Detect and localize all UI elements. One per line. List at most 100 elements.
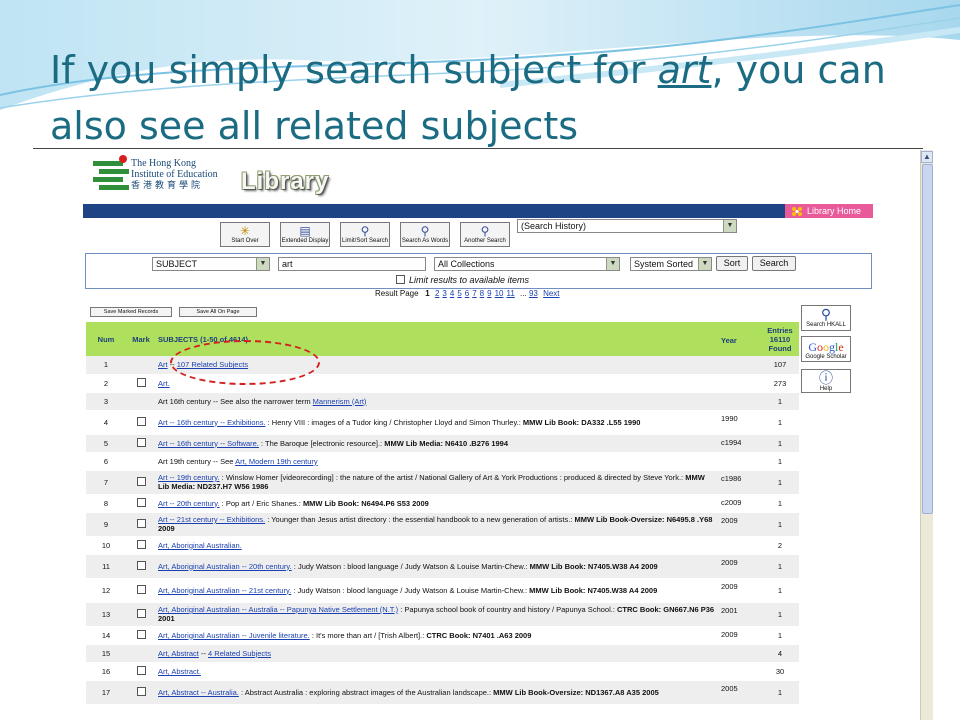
search-as-words-button[interactable]: ⚲ Search As Words [400,222,450,247]
call-number: MMW Lib Book: N6494.P6 S53 2009 [302,498,429,508]
row-subject: Art, Aboriginal Australian. [156,536,719,555]
search-button[interactable]: Search [752,256,796,271]
subject-link[interactable]: Art [158,360,168,369]
page-link[interactable]: 9 [487,289,491,298]
subject-link[interactable]: Art -- 21st century -- Exhibitions. [158,515,265,524]
search-field-select[interactable]: SUBJECT ▼ [152,257,270,271]
call-number: CTRC Book: N7401 .A63 2009 [426,630,532,640]
subject-link[interactable]: Art -- 19th century. [158,473,220,482]
mark-checkbox[interactable] [136,497,146,507]
title-text: : Henry VIII : images of a Tudor king / … [265,417,523,427]
row-num: 14 [86,626,126,645]
subject-link[interactable]: Art -- 20th century. [158,499,220,508]
annotation-oval [170,340,320,385]
row-entries: 1 [761,434,799,453]
page-link[interactable]: 3 [442,289,446,298]
chevron-down-icon: ▼ [256,258,269,270]
row-mark [126,452,156,471]
row-mark [126,626,156,645]
subject-link[interactable]: Art, Aboriginal Australian -- 21st centu… [158,586,291,595]
page-link[interactable]: 6 [465,289,469,298]
mark-checkbox[interactable] [136,629,146,639]
google-scholar-button[interactable]: Google Google Scholar [801,336,851,362]
start-over-button[interactable]: ✳ Start Over [220,222,270,247]
page-link[interactable]: 7 [472,289,476,298]
mark-checkbox[interactable] [136,476,146,486]
sort-select[interactable]: System Sorted ▼ [630,257,712,271]
row-subject: Art, Aboriginal Australian -- 20th centu… [156,554,719,579]
limit-label: Limit results to available items [409,275,530,285]
mark-checkbox[interactable] [136,518,146,528]
row-entries: 1 [761,554,799,579]
help-button[interactable]: ⓘ Help [801,369,851,393]
mark-checkbox[interactable] [136,377,146,387]
page-link[interactable]: 5 [457,289,461,298]
limit-checkbox[interactable] [396,275,405,284]
mark-checkbox[interactable] [136,608,146,618]
vertical-scrollbar[interactable]: ▲ [920,150,933,720]
limit-available-option[interactable]: Limit results to available items [396,274,529,286]
related-subject-link[interactable]: 4 Related Subjects [208,649,271,658]
search-hkall-button[interactable]: ⚲ Search HKALL [801,305,851,331]
mark-checkbox[interactable] [136,416,146,426]
table-row: 7 Art -- 19th century. : Winslow Homer [v… [86,470,799,495]
search-form: SUBJECT ▼ art All Collections ▼ System S… [85,253,872,289]
subject-link[interactable]: Art, Abstract -- Australia. [158,688,239,697]
row-num: 17 [86,680,126,705]
scroll-up-icon[interactable]: ▲ [921,151,933,163]
extended-display-button[interactable]: ▤ Extended Display [280,222,330,247]
title-text: : Younger than Jesus artist directory : … [265,515,575,524]
mark-checkbox[interactable] [136,560,146,570]
row-year [719,536,761,555]
mark-checkbox[interactable] [136,665,146,675]
mark-checkbox[interactable] [136,539,146,549]
row-num: 9 [86,512,126,537]
page-link[interactable]: 8 [480,289,484,298]
row-entries: 4 [761,644,799,663]
search-icon: ⚲ [480,224,490,238]
subject-link[interactable]: Art -- 16th century -- Software. [158,439,259,448]
sort-button[interactable]: Sort [716,256,748,271]
page-link[interactable]: 2 [435,289,439,298]
row-subject: Art -- 16th century -- Software. : The B… [156,434,719,453]
mark-checkbox[interactable] [136,584,146,594]
row-subject: Art, Aboriginal Australian -- Juvenile l… [156,626,719,645]
subject-link[interactable]: Art. [158,379,170,388]
table-row: 10 Art, Aboriginal Australian. 2 [86,536,799,555]
subject-link[interactable]: Art, Aboriginal Australian -- 20th centu… [158,562,292,571]
title-text: : Pop art / Eric Shanes.: [219,498,303,508]
subject-link[interactable]: Art, Aboriginal Australian -- Juvenile l… [158,631,310,640]
row-num: 13 [86,602,126,627]
page-link[interactable]: 4 [450,289,454,298]
library-home-link[interactable]: Library Home [785,204,873,218]
next-page-link[interactable]: Next [543,289,559,298]
save-marked-button[interactable]: Save Marked Records [90,307,172,317]
scroll-thumb[interactable] [922,164,933,514]
row-entries: 1 [761,578,799,603]
limit-sort-button[interactable]: ⚲ Limit/Sort Search [340,222,390,247]
row-entries: 1 [761,494,799,513]
row-mark [126,374,156,393]
subject-link[interactable]: Art -- 16th century -- Exhibitions. [158,418,266,427]
collection-select[interactable]: All Collections ▼ [434,257,620,271]
page-link[interactable]: 10 [495,289,504,298]
mark-checkbox[interactable] [136,437,146,447]
display-icon: ▤ [299,224,311,238]
title-text: : Abstract Australia : exploring abstrac… [238,687,494,697]
row-mark [126,494,156,513]
search-history-select[interactable]: (Search History) ▼ [517,219,737,233]
save-all-button[interactable]: Save All On Page [179,307,257,317]
row-mark [126,512,156,537]
subject-link[interactable]: Art, Aboriginal Australian. [158,541,242,550]
mark-checkbox[interactable] [136,686,146,696]
related-subject-link[interactable]: Mannerism (Art) [313,397,367,406]
row-mark [126,662,156,681]
another-search-button[interactable]: ⚲ Another Search [460,222,510,247]
subject-link[interactable]: Art, Abstract. [158,667,201,676]
related-subject-link[interactable]: Art, Modern 19th century [235,457,318,466]
page-link-last[interactable]: 93 [529,289,538,298]
subject-link[interactable]: Art, Abstract [158,649,199,658]
page-link[interactable]: 11 [506,289,514,298]
subject-link[interactable]: Art, Aboriginal Australian -- Australia … [158,605,398,614]
search-input[interactable]: art [278,257,426,271]
